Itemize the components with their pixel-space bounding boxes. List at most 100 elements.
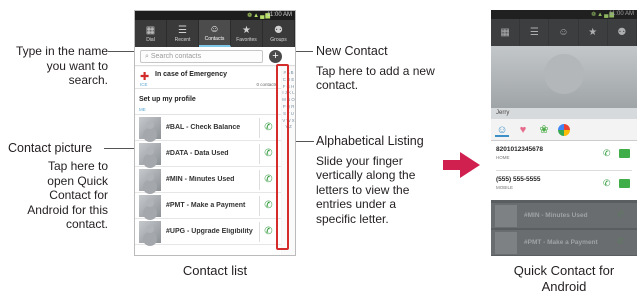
phone-call-icon[interactable]: ✆ (259, 196, 277, 216)
phone-call-icon[interactable]: ✆ (603, 148, 611, 159)
tab-favorites-label: Favorites (236, 36, 257, 43)
tab-recent-label: Recent (174, 36, 191, 43)
contact-list: ✚ In case of Emergency ICE 0 contacts Se… (135, 67, 281, 255)
emergency-contacts-row[interactable]: ✚ In case of Emergency ICE 0 contacts (135, 67, 281, 89)
recent-list-icon: ☰ (178, 24, 187, 36)
search-callout: Type in the name you want to search. (4, 44, 108, 88)
contact-picture[interactable] (139, 117, 161, 139)
tab-contacts: ☺ (549, 19, 579, 46)
phone-call-icon[interactable]: ✆ (259, 144, 277, 164)
contact-name: #PMT - Make a Payment (524, 239, 598, 246)
alphabetical-highlight-box (276, 64, 289, 250)
status-time: 11:00 AM (267, 12, 292, 18)
contact-picture[interactable] (139, 221, 161, 243)
emergency-section-label: ICE (140, 82, 148, 87)
phone-call-icon[interactable]: ✆ (603, 178, 611, 189)
recent-list-icon: ☰ (529, 26, 539, 38)
new-contact-callout-desc: Tap here to add a new contact. (316, 63, 435, 93)
contact-picture-callout-desc-box: Tap here to open Quick Contact for Andro… (18, 159, 108, 232)
phone-call-icon: ✆ (617, 209, 625, 219)
dimmed-tab-bar: ▦ ☰ ☺ ★ ⚉ (491, 19, 637, 46)
new-contact-callout-title: New Contact (316, 44, 388, 58)
contact-picture (495, 205, 517, 227)
keypad-icon: ▦ (145, 24, 156, 36)
quick-contact-actions: ☺ ♥ ❀ (491, 119, 637, 141)
contacts-tab-bar: ▦ Dial ☰ Recent ☺ Contacts ★ Favorites ⚉… (135, 20, 295, 47)
contact-row[interactable]: #UPG - Upgrade Eligibility ✆ (135, 219, 281, 245)
tab-groups-label: Groups (270, 36, 287, 43)
tab-groups[interactable]: ⚉ Groups (263, 20, 295, 47)
arrow-shaft (443, 160, 461, 170)
alphabetical-callout-desc: Slide your finger vertically along the l… (316, 153, 416, 226)
tab-favorites: ★ (579, 19, 608, 46)
quick-contact-caption: Quick Contact for Android (513, 263, 615, 294)
contacts-icon: ☺ (209, 23, 220, 35)
alphabetical-callout-title: Alphabetical Listing (316, 134, 424, 148)
phone-call-icon: ✆ (617, 236, 625, 246)
message-icon[interactable] (619, 149, 630, 158)
contact-row[interactable]: #PMT - Make a Payment ✆ (135, 193, 281, 219)
new-contact-callout: New Contact Tap here to add a new contac… (316, 44, 436, 93)
contact-name: #UPG - Upgrade Eligibility (166, 228, 253, 235)
tab-dial[interactable]: ▦ Dial (135, 20, 167, 47)
contacts-icon: ☺ (558, 26, 569, 38)
profile-row[interactable]: Set up my profile ME (135, 89, 281, 115)
phone-call-icon[interactable]: ✆ (259, 170, 277, 190)
search-icon: ⌕ (145, 53, 149, 60)
search-callout-text: Type in the name you want to search. (15, 44, 108, 87)
profile-section-label: ME (139, 107, 146, 112)
alphabetical-callout: Alphabetical Listing Slide your finger v… (316, 134, 428, 226)
phone-type-home: HOME (496, 155, 510, 160)
contact-name: #BAL - Check Balance (166, 124, 241, 131)
tab-contacts[interactable]: ☺ Contacts (199, 20, 231, 47)
search-input[interactable]: ⌕ Search contacts (140, 50, 263, 63)
tab-groups: ⚉ (608, 19, 637, 46)
contact-row[interactable]: #BAL - Check Balance ✆ (135, 115, 281, 141)
emergency-label: In case of Emergency (155, 71, 227, 78)
contact-name: #MIN - Minutes Used (524, 212, 588, 219)
message-icon[interactable] (619, 179, 630, 188)
contact-picture (495, 232, 517, 254)
contact-picture[interactable] (139, 169, 161, 191)
star-icon: ★ (242, 24, 251, 36)
social-icon[interactable]: ♥ (516, 123, 530, 137)
profile-label: Set up my profile (139, 96, 196, 103)
contact-name: #MIN - Minutes Used (166, 176, 235, 183)
contact-picture[interactable] (139, 143, 161, 165)
star-icon: ★ (588, 26, 598, 38)
phone-call-icon[interactable]: ✆ (259, 222, 277, 242)
quick-contact-numbers: 8201012345678 HOME ✆ (555) 555-5555 MOBI… (491, 141, 637, 200)
phone-number-home: 8201012345678 (496, 146, 543, 153)
tab-recent[interactable]: ☰ Recent (167, 20, 199, 47)
dimmed-contact-row: #PMT - Make a Payment ✆ (491, 229, 637, 255)
divider (496, 170, 632, 171)
search-placeholder: Search contacts (150, 53, 202, 60)
phone-type-mobile: MOBILE (496, 185, 514, 190)
contact-row[interactable]: #MIN - Minutes Used ✆ (135, 167, 281, 193)
gallery-icon[interactable]: ❀ (537, 123, 551, 137)
tab-favorites[interactable]: ★ Favorites (231, 20, 263, 47)
contact-row[interactable]: #DATA - Data Used ✆ (135, 141, 281, 167)
contact-picture[interactable] (139, 195, 161, 217)
tab-dial: ▦ (491, 19, 521, 46)
contact-picture-callout-title: Contact picture (8, 141, 93, 155)
contact-list-caption: Contact list (182, 263, 248, 278)
tab-dial-label: Dial (146, 36, 155, 43)
emergency-count: 0 contacts (256, 82, 277, 87)
new-contact-button[interactable]: + (269, 50, 282, 63)
groups-icon: ⚉ (617, 26, 627, 38)
contact-list-screen: ❁▲▄▆ 11:00 AM ▦ Dial ☰ Recent ☺ Contacts… (134, 10, 296, 256)
groups-icon: ⚉ (274, 24, 283, 36)
contact-name: #PMT - Make a Payment (166, 202, 246, 209)
contact-picture-callout: Contact picture (8, 141, 108, 156)
phone-call-icon[interactable]: ✆ (259, 118, 277, 138)
google-icon[interactable] (558, 123, 570, 136)
status-bar: ❁▲▄▆ 11:00 AM (135, 11, 295, 20)
quick-contact-screen: ❁▲▄▆ 11:00 AM ▦ ☰ ☺ ★ ⚉ Jerry ☺ ♥ ❀ 8201… (491, 10, 637, 256)
quick-contact-photo[interactable] (491, 46, 637, 108)
contact-details-icon[interactable]: ☺ (495, 123, 509, 137)
status-bar: ❁▲▄▆ 11:00 AM (491, 10, 637, 19)
dimmed-contact-row: #MIN - Minutes Used ✆ (491, 202, 637, 228)
contact-name: #DATA - Data Used (166, 150, 229, 157)
keypad-icon: ▦ (500, 26, 510, 38)
